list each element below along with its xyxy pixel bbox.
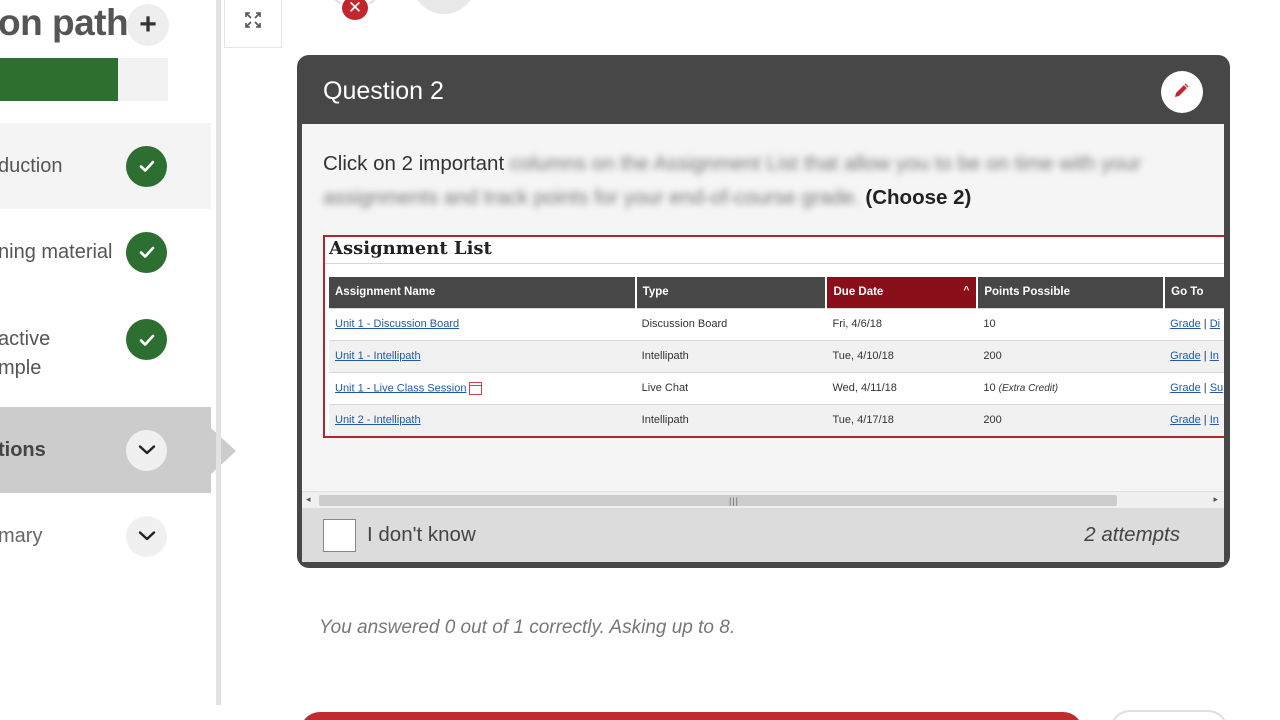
table-row: Unit 1 - Discussion Board Discussion Boa… (329, 307, 1224, 340)
submit-button[interactable] (300, 712, 1083, 720)
grade-link[interactable]: Grade (1170, 350, 1201, 362)
goto-cell: Grade | Su (1164, 371, 1224, 404)
assignment-list-title: Assignment List (329, 238, 492, 259)
question-footer: I don't know 2 attempts (302, 508, 1224, 562)
extra-credit-note: (Extra Credit) (998, 383, 1059, 394)
column-assignment-name[interactable]: Assignment Name (329, 277, 637, 308)
goto-link[interactable]: Di (1210, 318, 1220, 330)
check-icon (126, 319, 167, 360)
goto-cell: Grade | In (1164, 403, 1224, 436)
scrollbar-thumb[interactable]: ||| (319, 495, 1117, 506)
assignment-link[interactable]: Unit 1 - Live Class Session (335, 382, 466, 394)
sidebar-item-summary[interactable]: mary (0, 493, 211, 579)
due-date-cell: Tue, 4/10/18 (826, 339, 978, 372)
goto-link[interactable]: In (1210, 414, 1219, 426)
choose-count: (Choose 2) (865, 186, 972, 209)
points-value: 10 (983, 382, 996, 394)
question-progress-dot (412, 0, 476, 14)
goto-cell: Grade | Di (1164, 307, 1224, 340)
due-date-cell: Fri, 4/6/18 (826, 307, 978, 340)
goto-cell: Grade | In (1164, 339, 1224, 372)
progress-bar (0, 58, 168, 101)
type-cell: Discussion Board (635, 307, 827, 340)
dont-know-checkbox[interactable] (323, 519, 356, 552)
assignment-link[interactable]: Unit 2 - Intellipath (335, 414, 421, 426)
expand-icon (245, 12, 261, 33)
pencil-icon (1172, 80, 1192, 105)
column-points-possible[interactable]: Points Possible (977, 277, 1166, 308)
grade-link[interactable]: Grade (1170, 318, 1201, 330)
table-row: Unit 1 - Intellipath Intellipath Tue, 4/… (329, 339, 1224, 372)
sidebar-item-learning-material[interactable]: ning material (0, 209, 211, 295)
column-due-date-label: Due Date (833, 286, 884, 299)
expand-button[interactable] (224, 0, 282, 48)
points-value: 200 (983, 350, 1002, 362)
path-title: on path (0, 2, 129, 43)
question-body: Click on 2 important columns on the Assi… (302, 124, 1224, 562)
prompt-blurred-text: columns on the Assignment List that allo… (509, 152, 1142, 175)
due-date-cell: Tue, 4/17/18 (826, 403, 978, 436)
type-cell: Live Chat (635, 371, 827, 404)
sidebar-item-interactive-example[interactable]: active mple (0, 295, 211, 407)
assignment-table: Assignment Name Type Due Date ^ Points P… (329, 277, 1224, 436)
points-value: 10 (983, 318, 996, 330)
question-prompt: Click on 2 important columns on the Assi… (323, 147, 1203, 215)
question-title: Question 2 (323, 77, 444, 105)
secondary-button[interactable] (1110, 710, 1228, 720)
column-due-date[interactable]: Due Date ^ (826, 277, 979, 308)
sidebar-item-questions[interactable]: tions (0, 407, 211, 493)
due-date-cell: Wed, 4/11/18 (826, 371, 978, 404)
attempts-count: 2 attempts (1084, 523, 1180, 546)
goto-link[interactable]: Su (1210, 382, 1223, 394)
points-value: 200 (983, 414, 1002, 427)
sidebar-item-label: active (0, 328, 51, 350)
sidebar-item-label: mary (0, 524, 43, 547)
edit-button[interactable] (1161, 71, 1203, 113)
scroll-left-icon[interactable]: ◂ (306, 494, 311, 505)
title-divider (325, 263, 1224, 264)
sidebar-item-label-line2: mple (0, 357, 42, 379)
grade-link[interactable]: Grade (1170, 414, 1201, 426)
sidebar-item-introduction[interactable]: duction (0, 123, 211, 209)
chevron-down-icon[interactable] (126, 429, 167, 471)
sidebar-item-label: duction (0, 154, 63, 177)
scrollbar-grip-icon: ||| (729, 496, 740, 506)
scroll-right-icon[interactable]: ▸ (1213, 494, 1218, 505)
add-button[interactable]: + (127, 4, 169, 46)
sort-ascending-icon: ^ (963, 285, 970, 296)
close-icon: ✕ (340, 0, 370, 22)
prompt-text: Click on 2 important (323, 152, 505, 175)
learning-path-sidebar: on path + duction ning material active m… (0, 0, 212, 720)
points-cell: 10 (977, 307, 1165, 340)
check-icon (126, 231, 167, 273)
type-cell: Intellipath (635, 339, 827, 372)
assignment-list-scroll-area[interactable]: Assignment List Assignment Name Type Due… (302, 224, 1224, 492)
table-row: Unit 1 - Live Class Session Live Chat We… (329, 371, 1224, 404)
sidebar-item-label: ning material (0, 240, 113, 263)
assignment-list: Assignment List Assignment Name Type Due… (323, 235, 1224, 438)
assignment-link[interactable]: Unit 1 - Discussion Board (335, 318, 459, 330)
chevron-down-icon[interactable] (126, 515, 167, 557)
points-cell: 200 (977, 339, 1165, 372)
dont-know-label[interactable]: I don't know (367, 523, 476, 547)
column-type[interactable]: Type (635, 277, 828, 308)
goto-link[interactable]: In (1210, 350, 1219, 362)
type-cell: Intellipath (635, 403, 827, 436)
question-card: Question 2 Click on 2 important columns … (297, 55, 1230, 568)
current-item-pointer (211, 428, 236, 474)
progress-fill (0, 58, 118, 101)
check-icon (126, 145, 167, 187)
answer-status: You answered 0 out of 1 correctly. Askin… (319, 617, 736, 638)
grade-link[interactable]: Grade (1170, 382, 1201, 394)
calendar-icon[interactable] (469, 381, 483, 395)
assignment-link[interactable]: Unit 1 - Intellipath (335, 350, 421, 362)
sidebar-item-label: tions (0, 438, 46, 461)
points-cell: 200 (977, 403, 1165, 436)
horizontal-scrollbar[interactable]: ◂ ||| ▸ (302, 491, 1224, 508)
sidebar-divider[interactable] (216, 0, 221, 705)
table-row: Unit 2 - Intellipath Intellipath Tue, 4/… (329, 403, 1224, 436)
points-cell: 10 (Extra Credit) (977, 371, 1165, 404)
prompt-blurred-text: assignments and track points for your en… (323, 186, 860, 209)
column-go-to[interactable]: Go To (1164, 277, 1224, 308)
